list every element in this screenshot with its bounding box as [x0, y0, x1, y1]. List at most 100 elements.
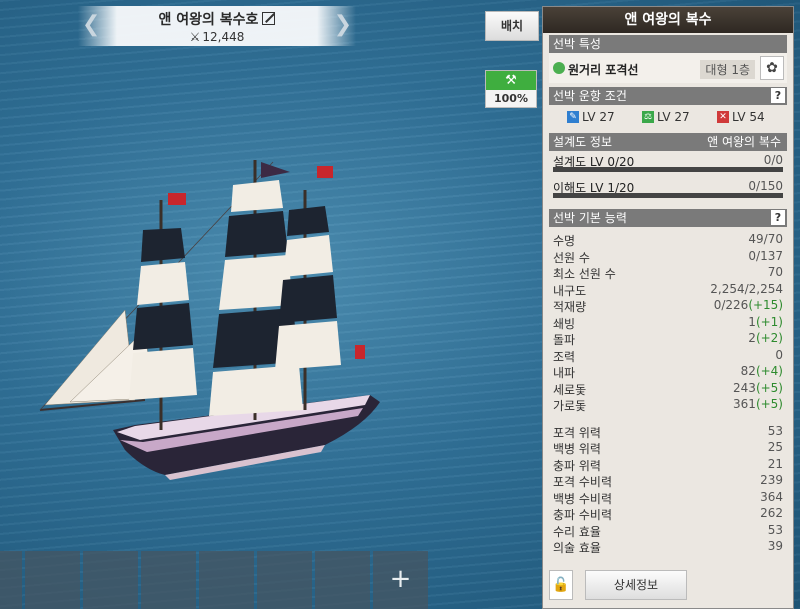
stat-number: 0 [775, 347, 783, 362]
panel-footer: 🔓 상세정보 [549, 570, 789, 600]
base-stat-list: 수명 49/70 선원 수 0/137 최소 선원 수 70 내구도 2,254/2,2… [549, 232, 787, 414]
lock-icon[interactable]: 🔓 [549, 570, 573, 600]
stat-label: 포격 수비력 [553, 475, 613, 489]
ship-slot[interactable] [25, 551, 80, 609]
stat-number: 70 [767, 265, 783, 279]
add-slot-button[interactable]: + [373, 551, 428, 609]
stat-number: 361 [733, 397, 756, 411]
ship-name-banner: ❮ 앤 여왕의 복수호 ⚔ 12,448 ❯ [78, 6, 356, 46]
stat-label: 최소 선원 수 [553, 267, 616, 281]
ship-illustration [39, 160, 380, 480]
stat-number: 2,254/2,254 [710, 281, 783, 296]
stat-row: 백병 수비력 364 [549, 490, 787, 507]
stat-value: 2,254/2,254 [710, 282, 783, 296]
understanding-value: 0/150 [748, 179, 783, 193]
stat-value: 53 [767, 522, 783, 537]
stat-value: 262 [760, 506, 783, 520]
blueprint-section-label: 설계도 정보 [553, 135, 613, 149]
requirements-help-icon[interactable]: ? [771, 88, 785, 103]
stat-row: 의술 효율 39 [549, 539, 787, 556]
deploy-button[interactable]: 배치 [485, 11, 539, 41]
stat-number: 1 [748, 314, 756, 329]
flower-gear-icon[interactable]: ✿ [760, 56, 784, 80]
stat-value: 2(+2) [748, 331, 783, 345]
trait-row: 원거리 포격선 대형 1층 ✿ [549, 53, 787, 83]
stat-value: 25 [767, 440, 783, 454]
stat-row: 세로돛 243(+5) [549, 381, 787, 398]
stat-value: 0 [775, 348, 783, 362]
hammer-icon: ⚒ [486, 71, 536, 90]
stat-row: 포격 수비력 239 [549, 473, 787, 490]
stat-value: 239 [760, 473, 783, 487]
requirements-row: ✎ LV 27 ⚖ LV 27 ✕ LV 54 [549, 105, 787, 129]
ship-slot[interactable] [315, 551, 370, 609]
adventure-requirement: ✎ LV 27 [549, 110, 624, 124]
edit-name-icon[interactable] [262, 12, 276, 25]
stats-help-icon[interactable]: ? [771, 210, 785, 225]
ship-slot[interactable] [257, 551, 312, 609]
stat-label: 내파 [553, 366, 576, 380]
stat-value: 0/226(+15) [714, 298, 783, 312]
ship-slot[interactable] [0, 551, 22, 609]
trait-section-label: 선박 특성 [553, 37, 601, 51]
stat-number: 0/137 [748, 248, 783, 263]
stat-value: 243(+5) [733, 381, 783, 395]
ship-info-panel: 앤 여왕의 복수 선박 특성 원거리 포격선 대형 1층 ✿ 선박 운항 조건 … [542, 6, 794, 609]
trade-level: LV 27 [657, 110, 690, 124]
stat-label: 충파 위력 [553, 458, 601, 473]
prev-ship-arrow-icon[interactable]: ❮ [82, 12, 100, 37]
stat-bonus: (+5) [755, 397, 783, 411]
stat-bonus: (+4) [755, 364, 783, 378]
ship-slot[interactable] [141, 551, 196, 609]
combat-power-value: 12,448 [202, 30, 245, 44]
stat-label: 선원 수 [553, 250, 590, 265]
ship-name: 앤 여왕의 복수호 [158, 12, 259, 28]
stat-bonus: (+2) [755, 331, 783, 345]
ship-size-tag: 대형 1층 [700, 60, 755, 79]
stat-label: 수리 효율 [553, 524, 601, 539]
ship-slot[interactable] [199, 551, 254, 609]
understanding-level-row: 이해도 LV 1/20 0/150 [549, 177, 787, 199]
stat-row: 내파 82(+4) [549, 364, 787, 381]
trait-name: 원거리 포격선 [568, 63, 639, 77]
stat-number: 2 [748, 331, 756, 345]
panel-title: 앤 여왕의 복수 [543, 7, 793, 33]
trade-icon: ⚖ [642, 111, 654, 123]
ship-slot[interactable] [83, 551, 138, 609]
understanding-progress-bar [553, 193, 783, 198]
stat-label: 조력 [553, 349, 576, 364]
stat-value: 361(+5) [733, 397, 783, 411]
requirements-section-header: 선박 운항 조건 ? [549, 87, 787, 105]
stat-label: 백병 위력 [553, 442, 601, 456]
stat-value: 364 [760, 489, 783, 504]
blueprint-name: 앤 여왕의 복수 [707, 135, 781, 149]
repair-durability-button[interactable]: ⚒ 100% [485, 70, 537, 108]
stat-number: 0/226 [713, 298, 749, 312]
stat-row: 포격 위력 53 [549, 424, 787, 441]
next-ship-arrow-icon[interactable]: ❯ [334, 12, 352, 37]
ship-name-row: 앤 여왕의 복수호 [78, 6, 356, 29]
trait-icon [553, 62, 565, 74]
adventure-icon: ✎ [567, 111, 579, 123]
details-button[interactable]: 상세정보 [585, 570, 687, 600]
stats-section-label: 선박 기본 능력 [553, 211, 627, 225]
combat-power: ⚔ 12,448 [78, 30, 356, 44]
stat-label: 세로돛 [553, 382, 587, 397]
stat-label: 의술 효율 [553, 541, 601, 555]
stat-number: 49/70 [748, 232, 783, 246]
stat-label: 백병 수비력 [553, 491, 613, 506]
requirements-section-label: 선박 운항 조건 [553, 89, 627, 103]
battle-icon: ✕ [717, 111, 729, 123]
stat-label: 쇄빙 [553, 316, 576, 331]
stat-row: 충파 위력 21 [549, 457, 787, 474]
trade-requirement: ⚖ LV 27 [624, 110, 699, 124]
stats-section-header: 선박 기본 능력 ? [549, 209, 787, 227]
stat-row: 백병 위력 25 [549, 440, 787, 457]
stat-value: 49/70 [748, 232, 783, 246]
stat-row: 조력 0 [549, 348, 787, 365]
adventure-level: LV 27 [582, 110, 615, 124]
stat-divider [543, 414, 793, 424]
blueprint-value: 0/0 [763, 153, 783, 167]
stat-row: 쇄빙 1(+1) [549, 315, 787, 332]
stat-value: 53 [767, 423, 783, 438]
